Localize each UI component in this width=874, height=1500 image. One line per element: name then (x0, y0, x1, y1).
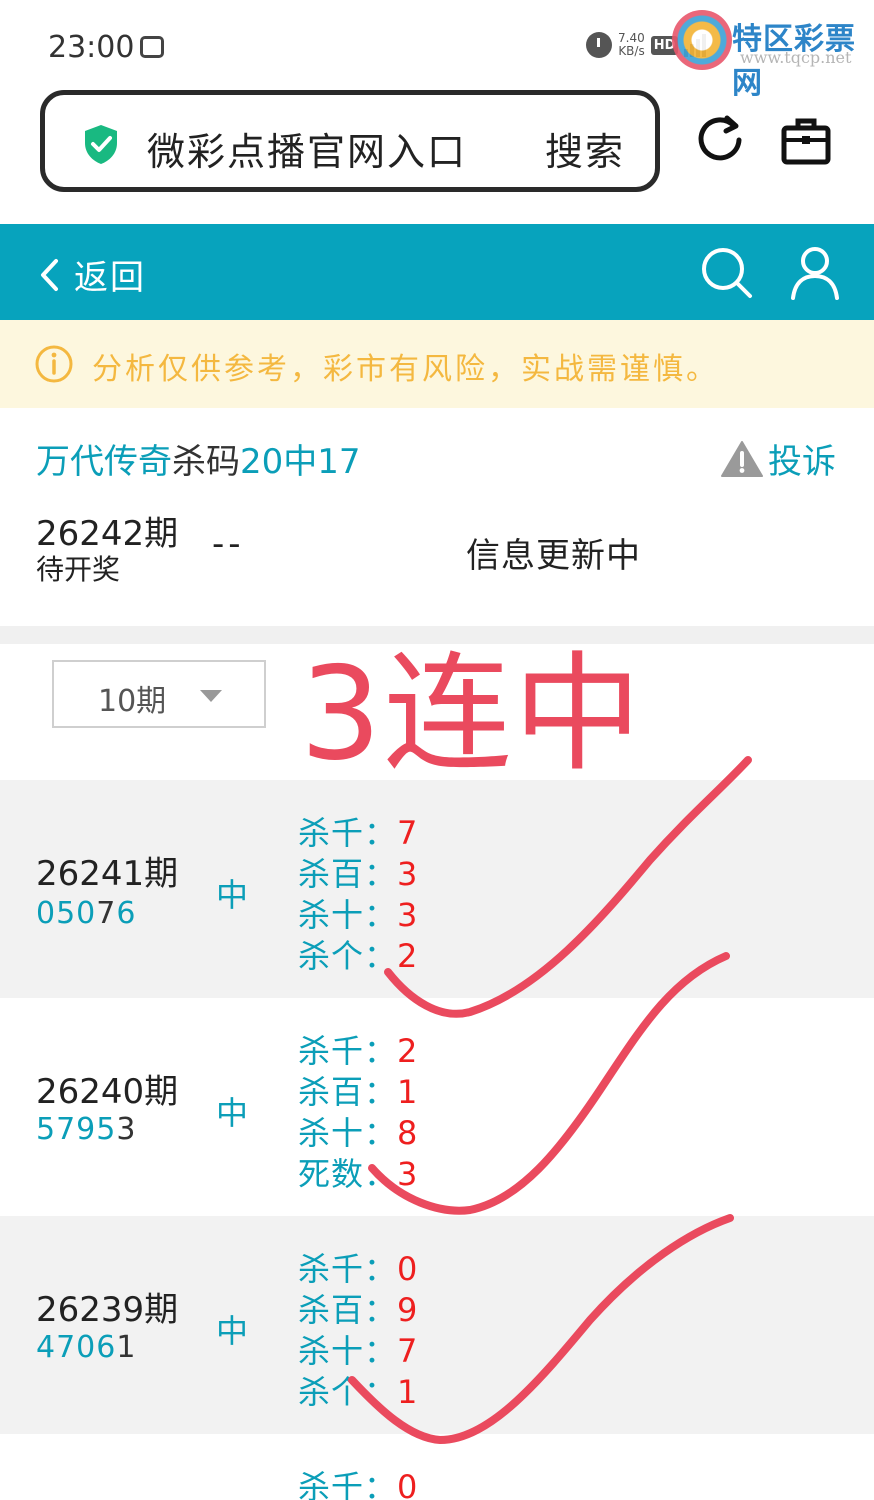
plan-type: 杀码 (172, 442, 240, 482)
history-row: 26240期 57953 中 杀千：2 杀百：1 杀十：8 死数：3 (0, 998, 874, 1216)
search-button[interactable]: 搜索 (545, 121, 625, 176)
period-range-select[interactable]: 10期 (52, 660, 266, 728)
network-speed-unit: KB/s (618, 44, 645, 58)
alarm-icon (586, 32, 612, 58)
record-period: 26239期 (36, 1290, 179, 1330)
current-numbers: -- (212, 524, 245, 564)
handwritten-annotation: 3连中 (300, 640, 644, 789)
kill-item: 杀十：8 (298, 1114, 419, 1152)
network-speed: 7.40 KB/s (618, 32, 645, 58)
refresh-icon[interactable] (694, 114, 746, 166)
kill-item: 杀千：2 (298, 1032, 419, 1070)
kill-item: 杀百：9 (298, 1291, 419, 1329)
briefcase-icon[interactable] (780, 116, 832, 166)
watermark-logo-icon (672, 10, 732, 70)
risk-notice: 分析仅供参考，彩市有风险，实战需谨慎。 (0, 320, 874, 408)
history-row: 26241期 05076 中 杀千：7 杀百：3 杀十：3 杀个：2 (0, 780, 874, 998)
complaint-button[interactable]: 投诉 (720, 434, 836, 483)
warning-icon (721, 440, 763, 477)
hit-stat: 20中17 (240, 442, 361, 482)
user-icon[interactable] (790, 246, 840, 300)
kill-item: 死数：3 (298, 1155, 419, 1193)
info-icon (35, 345, 73, 383)
expert-name[interactable]: 万代传奇 (36, 442, 172, 482)
nav-header: 返回 (0, 224, 874, 320)
status-time: 23:00 (48, 30, 135, 65)
record-result: 中 (216, 1094, 249, 1132)
notice-text: 分析仅供参考，彩市有风险，实战需谨慎。 (92, 352, 719, 387)
shield-check-icon (85, 125, 117, 164)
record-period: 26240期 (36, 1072, 179, 1112)
kill-item: 杀个：2 (298, 937, 419, 975)
chevron-left-icon (41, 258, 58, 291)
complaint-label: 投诉 (768, 442, 836, 482)
kill-item: 杀百：3 (298, 855, 419, 893)
record-result: 中 (216, 876, 249, 914)
record-result: 中 (216, 1312, 249, 1350)
history-row: 26239期 47061 中 杀千：0 杀百：9 杀十：7 杀个：1 (0, 1216, 874, 1434)
kill-item: 杀十：3 (298, 896, 419, 934)
kill-item: 杀个：1 (298, 1373, 419, 1411)
back-label: 返回 (74, 258, 146, 298)
plan-title: 万代传奇杀码20中17 (36, 434, 361, 483)
record-draw-number: 05076 (36, 896, 137, 931)
kill-item: 杀十：7 (298, 1332, 419, 1370)
record-draw-number: 47061 (36, 1330, 137, 1365)
current-info: 信息更新中 (466, 536, 641, 576)
period-range-value: 10期 (98, 684, 167, 719)
status-bar: 23:00 7.40 KB/s HD 特区彩票网 www.tqcp.net (0, 0, 874, 101)
kill-item: 杀千：0 (298, 1250, 419, 1288)
record-period: 26241期 (36, 854, 179, 894)
watermark-url: www.tqcp.net (740, 48, 852, 67)
history-row: 杀千：0 (0, 1434, 874, 1500)
address-bar[interactable]: 微彩点播官网入口 搜索 (40, 90, 660, 192)
back-button[interactable]: 返回 (38, 250, 146, 299)
kill-item: 杀千：7 (298, 814, 419, 852)
kill-item: 杀百：1 (298, 1073, 419, 1111)
kill-item: 杀千：0 (298, 1468, 419, 1500)
screen-record-icon (140, 36, 164, 58)
current-status: 待开奖 (36, 553, 121, 586)
search-icon[interactable] (700, 246, 754, 300)
caret-down-icon (200, 690, 222, 702)
record-draw-number: 57953 (36, 1112, 137, 1147)
address-title: 微彩点播官网入口 (147, 130, 468, 174)
